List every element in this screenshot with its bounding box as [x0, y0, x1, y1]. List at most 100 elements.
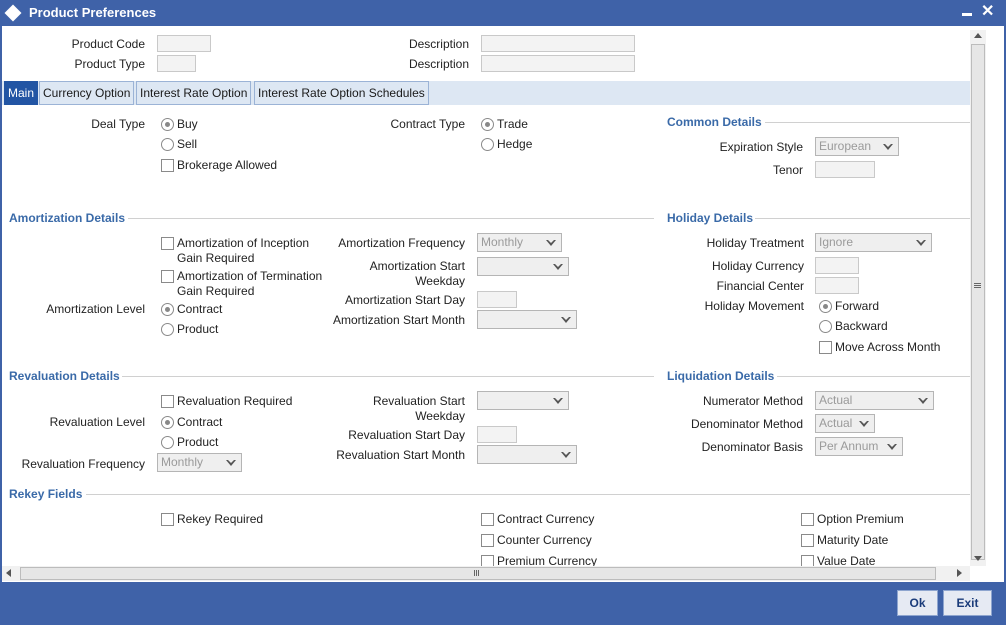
option-premium-checkbox[interactable] — [801, 513, 814, 526]
option-premium-label: Option Premium — [817, 512, 904, 526]
horizontal-scroll-thumb[interactable] — [20, 567, 936, 580]
title-bar: Product Preferences ✕ — [0, 0, 1006, 26]
expiration-style-value: European — [819, 139, 872, 153]
trade-radio[interactable] — [481, 118, 494, 131]
backward-label: Backward — [835, 319, 888, 333]
chevron-down-icon — [887, 444, 897, 450]
denominator-basis-select[interactable]: Per Annum — [815, 437, 903, 456]
reval-start-weekday-label-2: Weekday — [415, 409, 465, 423]
amort-inception-checkbox[interactable] — [161, 237, 174, 250]
chevron-down-icon — [553, 398, 563, 404]
buy-radio[interactable] — [161, 118, 174, 131]
amort-start-month-select[interactable] — [477, 310, 577, 329]
backward-radio[interactable] — [819, 320, 832, 333]
denominator-method-value: Actual — [819, 416, 853, 430]
move-across-month-checkbox[interactable] — [819, 341, 832, 354]
amort-termination-checkbox[interactable] — [161, 270, 174, 283]
move-across-month-label: Move Across Month — [835, 340, 941, 354]
holiday-currency-field[interactable] — [815, 257, 859, 274]
window-title: Product Preferences — [29, 5, 157, 20]
trade-label: Trade — [497, 117, 528, 131]
description-field-1[interactable] — [481, 35, 635, 52]
amort-start-day-field[interactable] — [477, 291, 517, 308]
reval-level-contract-radio[interactable] — [161, 416, 174, 429]
reval-level-product-radio[interactable] — [161, 436, 174, 449]
exit-button[interactable]: Exit — [943, 590, 992, 616]
reval-frequency-value: Monthly — [161, 455, 204, 469]
reval-start-day-label: Revaluation Start Day — [348, 428, 465, 442]
amort-start-weekday-label-2: Weekday — [415, 274, 465, 288]
vertical-scrollbar[interactable] — [970, 30, 986, 566]
financial-center-label: Financial Center — [716, 279, 804, 293]
numerator-method-select[interactable]: Actual — [815, 391, 934, 410]
tenor-field[interactable] — [815, 161, 875, 178]
tab-interest-rate-option-schedules[interactable]: Interest Rate Option Schedules — [254, 81, 429, 105]
financial-center-field[interactable] — [815, 277, 859, 294]
rekey-required-checkbox[interactable] — [161, 513, 174, 526]
tenor-label: Tenor — [772, 163, 803, 177]
ok-button[interactable]: Ok — [897, 590, 938, 616]
chevron-down-icon — [553, 264, 563, 270]
revaluation-required-checkbox[interactable] — [161, 395, 174, 408]
denominator-method-select[interactable]: Actual — [815, 414, 875, 433]
description-field-2[interactable] — [481, 55, 635, 72]
tab-interest-rate-option[interactable]: Interest Rate Option — [136, 81, 252, 105]
close-icon[interactable]: ✕ — [981, 4, 994, 20]
holiday-divider — [755, 218, 970, 219]
tab-currency-option[interactable]: Currency Option — [39, 81, 135, 105]
contract-type-label: Contract Type — [390, 117, 465, 131]
denominator-basis-value: Per Annum — [819, 439, 879, 453]
amort-level-contract-radio[interactable] — [161, 303, 174, 316]
amort-frequency-select[interactable]: Monthly — [477, 233, 562, 252]
reval-frequency-select[interactable]: Monthly — [157, 453, 242, 472]
amort-inception-label: Amortization of Inception — [177, 236, 310, 250]
amort-frequency-label: Amortization Frequency — [338, 236, 465, 250]
reval-start-month-select[interactable] — [477, 445, 577, 464]
sell-radio[interactable] — [161, 138, 174, 151]
reval-level-contract-label: Contract — [177, 415, 223, 429]
amort-level-product-radio[interactable] — [161, 323, 174, 336]
holiday-movement-label: Holiday Movement — [704, 299, 804, 313]
reval-start-weekday-select[interactable] — [477, 391, 569, 410]
holiday-details-title: Holiday Details — [667, 211, 754, 225]
reval-start-day-field[interactable] — [477, 426, 517, 443]
grip-icon — [474, 570, 475, 576]
scroll-left-icon[interactable] — [6, 569, 11, 577]
maturity-date-checkbox[interactable] — [801, 534, 814, 547]
scroll-up-icon[interactable] — [974, 33, 982, 38]
liquidation-divider — [777, 376, 970, 377]
amort-start-weekday-select[interactable] — [477, 257, 569, 276]
common-details-title: Common Details — [667, 115, 762, 129]
horizontal-scrollbar[interactable] — [2, 566, 970, 581]
rekey-required-label: Rekey Required — [177, 512, 264, 526]
buy-label: Buy — [177, 117, 198, 131]
amort-inception-label-2: Gain Required — [177, 251, 255, 265]
chevron-down-icon — [883, 144, 893, 150]
hedge-label: Hedge — [497, 137, 533, 151]
scroll-right-icon[interactable] — [957, 569, 962, 577]
product-type-label: Product Type — [74, 57, 146, 71]
forward-radio[interactable] — [819, 300, 832, 313]
product-code-label: Product Code — [71, 37, 145, 51]
product-type-field[interactable] — [157, 55, 196, 72]
contract-currency-checkbox[interactable] — [481, 513, 494, 526]
hedge-radio[interactable] — [481, 138, 494, 151]
description-label-1: Description — [408, 37, 469, 51]
scroll-down-icon[interactable] — [974, 556, 982, 561]
expiration-style-select[interactable]: European — [815, 137, 899, 156]
amort-start-month-label: Amortization Start Month — [332, 313, 465, 327]
numerator-method-value: Actual — [819, 393, 853, 407]
numerator-method-label: Numerator Method — [702, 394, 803, 408]
amort-level-label: Amortization Level — [46, 302, 145, 316]
vertical-scroll-thumb[interactable] — [971, 44, 985, 560]
brokerage-checkbox[interactable] — [161, 159, 174, 172]
amortization-divider — [128, 218, 654, 219]
rekey-fields-title: Rekey Fields — [9, 487, 83, 501]
holiday-treatment-select[interactable]: Ignore — [815, 233, 932, 252]
product-code-field[interactable] — [157, 35, 211, 52]
reval-frequency-label: Revaluation Frequency — [21, 457, 145, 471]
counter-currency-checkbox[interactable] — [481, 534, 494, 547]
contract-currency-label: Contract Currency — [497, 512, 595, 526]
tab-main[interactable]: Main — [4, 81, 39, 105]
minimize-icon[interactable] — [962, 13, 972, 16]
